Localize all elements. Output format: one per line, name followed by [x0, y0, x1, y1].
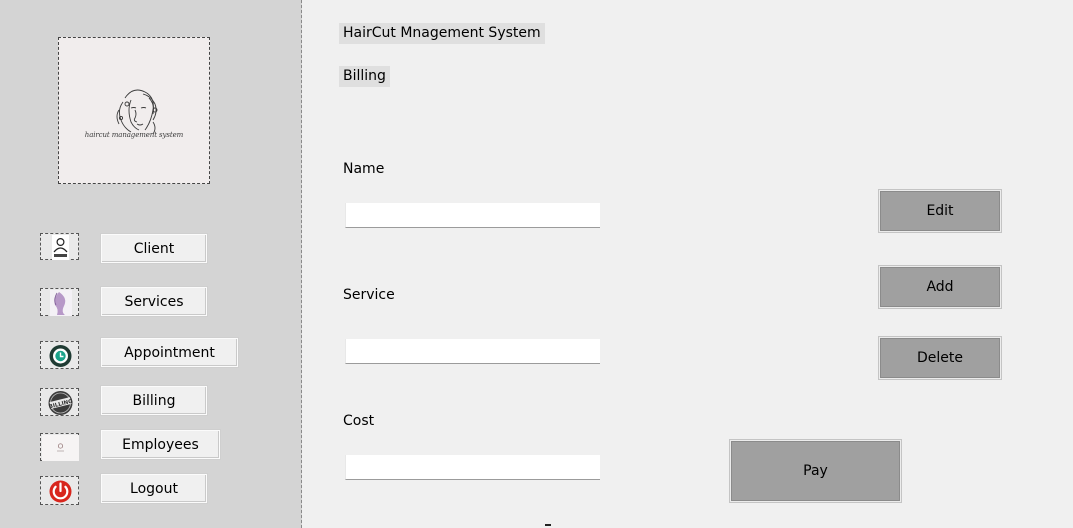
sidebar: haircut management system Client Service…	[0, 0, 302, 528]
logout-button[interactable]: Logout	[101, 474, 207, 503]
billing-panel: HairCut Mnagement System Billing Name Se…	[302, 0, 1073, 528]
cost-field[interactable]	[345, 455, 600, 480]
power-icon	[40, 476, 79, 505]
app-window: haircut management system Client Service…	[0, 0, 1073, 528]
pay-button[interactable]: Pay	[731, 441, 900, 501]
services-button[interactable]: Services	[101, 287, 207, 316]
billing-icon: BILLING	[40, 388, 79, 416]
scroll-marker	[545, 524, 551, 526]
billing-button[interactable]: Billing	[101, 386, 207, 415]
employees-icon	[40, 433, 79, 461]
employees-button[interactable]: Employees	[101, 430, 220, 459]
client-icon	[40, 233, 79, 260]
appointment-button[interactable]: Appointment	[101, 338, 238, 367]
service-label: Service	[343, 287, 395, 303]
cost-label: Cost	[343, 413, 375, 429]
name-field[interactable]	[345, 203, 600, 228]
client-button[interactable]: Client	[101, 234, 207, 263]
app-title: HairCut Mnagement System	[339, 23, 545, 44]
services-icon	[40, 288, 79, 316]
page-title: Billing	[339, 66, 390, 87]
add-button[interactable]: Add	[880, 267, 1000, 307]
logo: haircut management system	[58, 37, 210, 184]
logo-text: haircut management system	[84, 131, 184, 139]
edit-button[interactable]: Edit	[880, 191, 1000, 231]
service-field[interactable]	[345, 339, 600, 364]
name-label: Name	[343, 161, 385, 177]
haircut-logo-icon	[116, 89, 158, 135]
appointment-clock-icon	[40, 341, 79, 369]
delete-button[interactable]: Delete	[880, 338, 1000, 378]
